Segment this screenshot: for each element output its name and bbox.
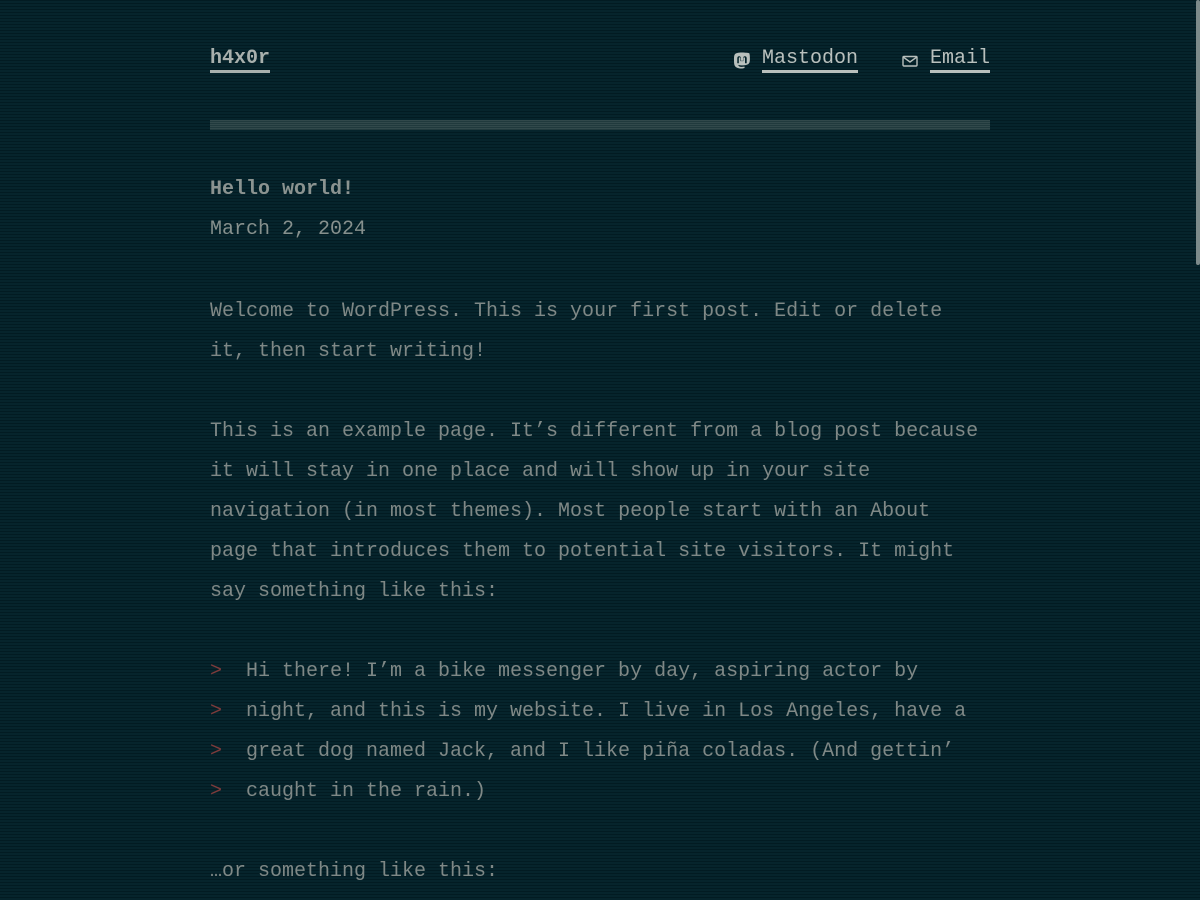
quote-marker: > <box>210 660 223 683</box>
quote-marker: > <box>210 780 223 803</box>
post-date: March 2, 2024 <box>210 218 367 241</box>
quote-marker: > <box>210 740 223 763</box>
social-nav: Mastodon Email <box>732 48 990 73</box>
email-link[interactable]: Email <box>900 48 990 73</box>
post-title[interactable]: Hello world! <box>210 176 990 204</box>
post-paragraph: …or something like this: <box>210 860 499 883</box>
page-container: h4x0r Mastodon Email Hello world! March … <box>210 0 990 883</box>
scrollbar-thumb[interactable] <box>1196 0 1200 265</box>
site-header: h4x0r Mastodon Email <box>210 0 990 130</box>
email-label: Email <box>929 48 990 73</box>
post-paragraph: This is an example page. It’s different … <box>210 420 979 603</box>
mastodon-link[interactable]: Mastodon <box>732 48 858 73</box>
mastodon-icon <box>732 51 752 71</box>
mastodon-label: Mastodon <box>761 48 858 73</box>
post-content: Welcome to WordPress. This is your first… <box>210 292 990 892</box>
post-article: Hello world! March 2, 2024 Welcome to Wo… <box>210 176 990 892</box>
site-title-link[interactable]: h4x0r <box>210 48 271 73</box>
post-blockquote: > > > > Hi there! I’m a bike messenger b… <box>210 652 990 812</box>
quote-markers: > > > > <box>210 652 222 812</box>
email-icon <box>900 51 920 71</box>
quote-marker: > <box>210 700 223 723</box>
post-paragraph: Welcome to WordPress. This is your first… <box>210 300 943 363</box>
quote-text: Hi there! I’m a bike messenger by day, a… <box>246 660 967 803</box>
header-divider <box>210 120 990 130</box>
